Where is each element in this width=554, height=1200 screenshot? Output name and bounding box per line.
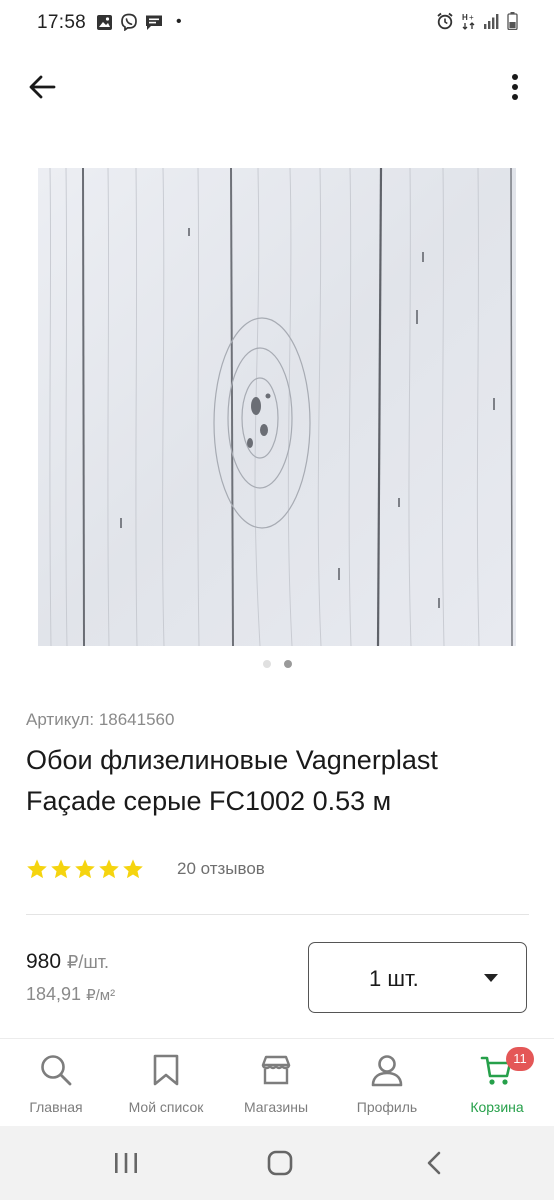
star-icon xyxy=(123,859,143,879)
rating-stars xyxy=(26,858,144,880)
back-button[interactable] xyxy=(26,70,60,104)
nav-label-profile: Профиль xyxy=(356,1099,418,1115)
viber-icon xyxy=(121,13,137,31)
profile-icon xyxy=(371,1055,403,1087)
image-icon xyxy=(97,14,112,30)
status-time: 17:58 xyxy=(37,12,87,33)
nav-label-home: Главная xyxy=(29,1099,83,1115)
status-icons-right: H + xyxy=(436,12,518,30)
system-nav-bar xyxy=(0,1126,554,1200)
svg-text:H: H xyxy=(462,13,468,22)
network-icon: H + xyxy=(462,13,475,30)
search-icon xyxy=(41,1055,72,1086)
arrow-left-icon xyxy=(29,75,56,99)
nav-label-stores: Магазины xyxy=(243,1099,309,1115)
nav-item-stores[interactable]: Магазины xyxy=(221,1039,331,1127)
alarm-icon xyxy=(437,12,453,30)
price-per-piece: 980 ₽/шт. xyxy=(26,950,109,974)
gallery-dot-1[interactable] xyxy=(262,660,271,668)
quantity-value: 1 шт. xyxy=(369,966,419,991)
home-icon[interactable] xyxy=(265,1148,295,1178)
gallery-dot-2[interactable] xyxy=(283,660,292,668)
recent-apps-icon[interactable] xyxy=(112,1148,140,1178)
product-image xyxy=(38,168,516,646)
caret-down-icon xyxy=(484,974,498,982)
store-icon xyxy=(261,1055,291,1085)
message-icon xyxy=(146,15,162,30)
status-icons-left: • xyxy=(96,13,182,31)
star-icon xyxy=(99,859,119,879)
bookmark-icon xyxy=(153,1054,179,1086)
gallery-pagination xyxy=(0,656,554,672)
cart-badge: 11 xyxy=(506,1047,534,1071)
price-area-value: 184,91 xyxy=(26,984,82,1004)
product-rating[interactable]: 20 отзывов xyxy=(26,858,265,880)
app-bar xyxy=(0,56,554,120)
star-icon xyxy=(27,859,47,879)
price-value: 980 xyxy=(26,950,62,973)
star-icon xyxy=(75,859,95,879)
signal-icon xyxy=(484,14,499,29)
product-sku: Артикул: 18641560 xyxy=(26,710,175,729)
quantity-select[interactable]: 1 шт. xyxy=(308,942,527,1013)
price-area-unit: ₽/м² xyxy=(86,987,116,1004)
nav-item-home[interactable]: Главная xyxy=(1,1039,111,1127)
nav-item-profile[interactable]: Профиль xyxy=(332,1039,442,1127)
product-image-gallery[interactable] xyxy=(38,168,516,646)
back-icon[interactable] xyxy=(420,1148,450,1178)
price-unit: ₽/шт. xyxy=(66,952,110,972)
notification-dot: • xyxy=(176,13,182,30)
product-title: Обои флизелиновые Vagnerplast Façade сер… xyxy=(26,745,438,816)
more-vertical-icon xyxy=(512,74,518,100)
price-per-sqm: 184,91 ₽/м² xyxy=(26,984,115,1005)
star-icon xyxy=(51,859,71,879)
nav-item-my-list[interactable]: Мой список xyxy=(111,1039,221,1127)
nav-label-my-list: Мой список xyxy=(128,1099,204,1115)
battery-icon xyxy=(507,12,518,30)
status-bar: 17:58 • H + xyxy=(0,0,554,44)
svg-text:+: + xyxy=(469,13,474,22)
more-options-button[interactable] xyxy=(502,70,528,104)
divider xyxy=(26,914,529,915)
bottom-nav: Главная Мой список Магазины Профиль 11 К… xyxy=(0,1038,554,1127)
nav-label-cart: Корзина xyxy=(470,1099,524,1115)
nav-item-cart[interactable]: 11 Корзина xyxy=(442,1039,552,1127)
reviews-count[interactable]: 20 отзывов xyxy=(177,859,265,879)
